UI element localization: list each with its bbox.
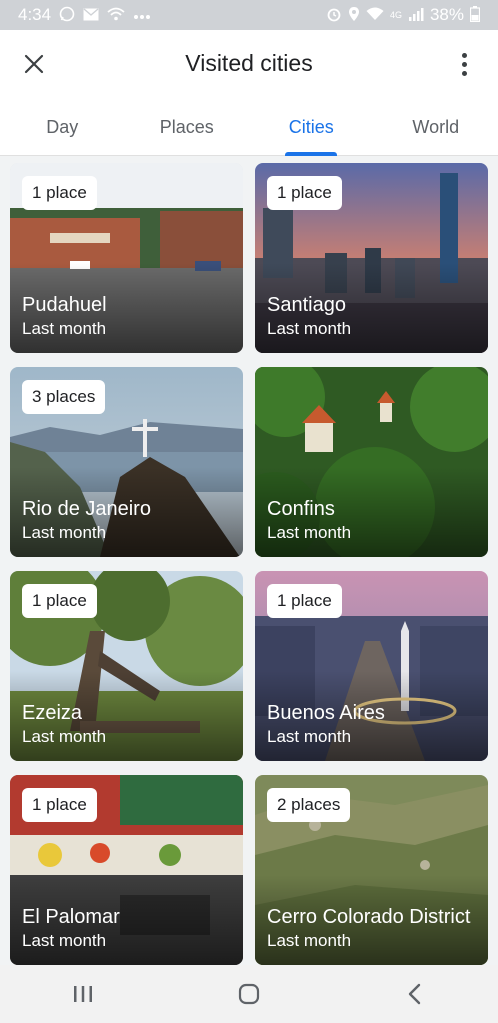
- city-card-cerro-colorado-district[interactable]: 2 places Cerro Colorado District Last mo…: [255, 775, 488, 965]
- alarm-icon: [326, 6, 342, 24]
- city-card-buenos-aires[interactable]: 1 place Buenos Aires Last month: [255, 571, 488, 761]
- visit-time: Last month: [22, 727, 107, 746]
- visit-time: Last month: [267, 931, 352, 950]
- signal-icon: [408, 7, 424, 23]
- recent-apps-icon: [74, 986, 92, 1002]
- back-button[interactable]: [385, 974, 445, 1014]
- tab-day[interactable]: Day: [0, 98, 125, 155]
- tab-world[interactable]: World: [374, 98, 498, 155]
- tab-bar: Day Places Cities World: [0, 98, 498, 156]
- city-name: El Palomar: [22, 906, 120, 928]
- whatsapp-icon: [59, 6, 75, 24]
- places-count-badge: 3 places: [22, 380, 106, 414]
- recent-apps-button[interactable]: [53, 974, 113, 1014]
- network-type-icon: 4G: [389, 9, 402, 20]
- city-name: Confins: [267, 498, 335, 520]
- city-name: Buenos Aires: [267, 702, 385, 724]
- tab-places[interactable]: Places: [125, 98, 250, 155]
- location-icon: [348, 6, 360, 24]
- home-button[interactable]: [219, 974, 279, 1014]
- city-name: Santiago: [267, 294, 346, 316]
- visit-time: Last month: [22, 931, 107, 950]
- system-navigation-bar: [0, 965, 498, 1023]
- battery-percent: 38%: [429, 5, 464, 24]
- back-icon: [408, 983, 421, 1005]
- wifi-calling-icon: [107, 7, 125, 23]
- status-bar: 4:34 4G 38%: [0, 0, 498, 30]
- visit-time: Last month: [267, 523, 352, 542]
- city-card-santiago[interactable]: 1 place Santiago Last month: [255, 163, 488, 353]
- home-icon: [238, 983, 260, 1005]
- status-time: 4:34: [18, 5, 52, 24]
- wifi-icon: [366, 7, 384, 23]
- battery-icon: [469, 6, 481, 24]
- visit-time: Last month: [267, 727, 352, 746]
- city-name: Rio de Janeiro: [22, 498, 151, 520]
- places-count-badge: 2 places: [267, 788, 351, 822]
- visit-time: Last month: [267, 319, 352, 338]
- city-name: Cerro Colorado District: [267, 906, 471, 928]
- city-name: Ezeiza: [22, 702, 83, 724]
- city-card-pudahuel[interactable]: 1 place Pudahuel Last month: [10, 163, 243, 353]
- city-card-el-palomar[interactable]: 1 place El Palomar Last month: [10, 775, 243, 965]
- more-options-button[interactable]: [450, 48, 478, 80]
- city-card-ezeiza[interactable]: 1 place Ezeiza Last month: [10, 571, 243, 761]
- city-name: Pudahuel: [22, 294, 107, 316]
- more-notifications-icon: [133, 8, 151, 22]
- visit-time: Last month: [22, 319, 107, 338]
- cities-grid-area: 1 place Pudahuel Last month 1 place Sant…: [0, 156, 498, 965]
- more-vert-icon: [461, 52, 467, 58]
- tab-cities[interactable]: Cities: [249, 98, 374, 155]
- places-count-badge: 1 place: [22, 176, 97, 210]
- app-bar: Visited cities: [0, 30, 498, 98]
- page-title: Visited cities: [185, 50, 313, 76]
- mail-icon: [83, 7, 99, 23]
- places-count-badge: 1 place: [267, 176, 342, 210]
- visit-time: Last month: [22, 523, 107, 542]
- city-card-rio-de-janeiro[interactable]: 3 places Rio de Janeiro Last month: [10, 367, 243, 557]
- places-count-badge: 1 place: [267, 584, 342, 618]
- places-count-badge: 1 place: [22, 788, 97, 822]
- cities-grid: 1 place Pudahuel Last month 1 place Sant…: [10, 163, 488, 965]
- places-count-badge: 1 place: [22, 584, 97, 618]
- city-card-confins[interactable]: Confins Last month: [255, 367, 488, 557]
